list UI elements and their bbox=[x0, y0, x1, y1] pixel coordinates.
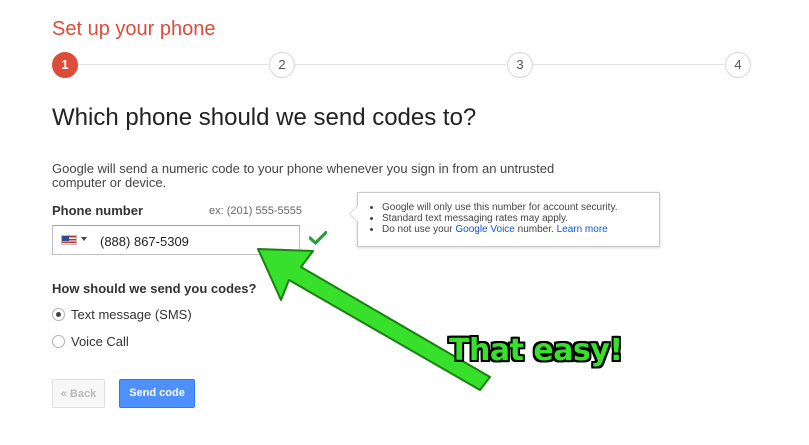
annotation-text: That easy! bbox=[449, 333, 623, 368]
annotation-arrow bbox=[257, 248, 491, 391]
